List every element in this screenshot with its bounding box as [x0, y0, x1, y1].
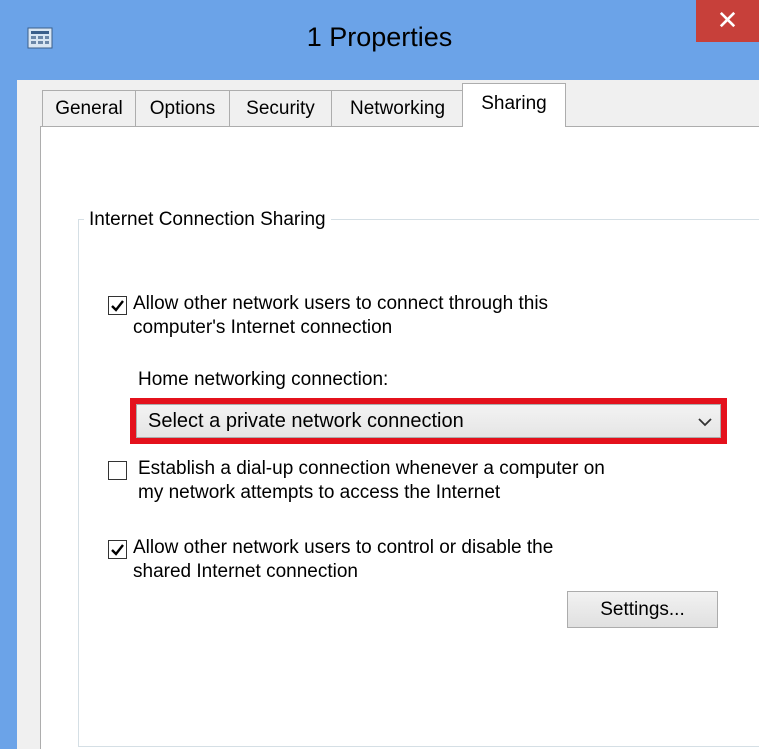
home-networking-label: Home networking connection:	[138, 369, 389, 390]
dialup-checkbox[interactable]	[108, 461, 127, 480]
checkmark-icon	[111, 544, 124, 556]
dialog-client-area: General Options Security Networking Shar…	[17, 80, 759, 749]
settings-button[interactable]: Settings...	[567, 591, 718, 628]
chevron-down-icon	[698, 418, 712, 427]
ics-group-label: Internet Connection Sharing	[84, 209, 331, 231]
home-networking-select-value: Select a private network connection	[148, 410, 464, 432]
window-title: 1 Properties	[306, 22, 453, 52]
sharing-tab-page: Internet Connection Sharing Allow other …	[40, 126, 759, 749]
allow-connect-checkbox[interactable]	[108, 296, 127, 315]
tab-general[interactable]: General	[42, 90, 136, 126]
allow-connect-label-line1: Allow other network users to connect thr…	[133, 293, 549, 314]
title-bar[interactable]: 1 Properties ✕	[0, 0, 759, 80]
dialup-label-line2: my network attempts to access the Intern…	[138, 482, 501, 503]
network-adapter-icon	[27, 27, 53, 49]
tab-options[interactable]: Options	[135, 90, 230, 126]
properties-dialog: 1 Properties ✕ General Options Security …	[0, 0, 759, 749]
checkmark-icon	[111, 300, 124, 312]
home-networking-select[interactable]: Select a private network connection	[130, 398, 727, 444]
allow-control-label-line2: shared Internet connection	[133, 561, 358, 582]
allow-control-label-line1: Allow other network users to control or …	[133, 537, 554, 558]
close-button[interactable]: ✕	[696, 0, 759, 42]
tab-sharing[interactable]: Sharing	[462, 83, 566, 127]
allow-control-checkbox[interactable]	[108, 540, 127, 559]
tab-security[interactable]: Security	[229, 90, 332, 126]
dialup-label-line1: Establish a dial-up connection whenever …	[138, 458, 605, 479]
tab-networking[interactable]: Networking	[331, 90, 464, 126]
allow-connect-label-line2: computer's Internet connection	[133, 317, 393, 338]
